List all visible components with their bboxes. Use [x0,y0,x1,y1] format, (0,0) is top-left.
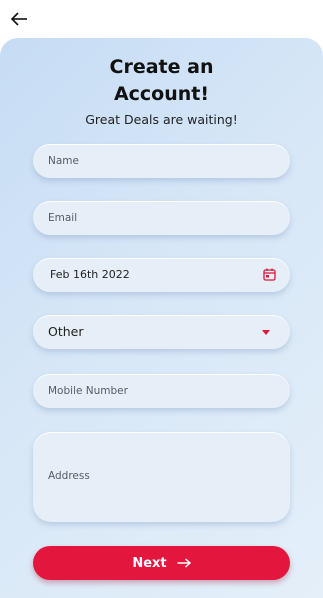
date-of-birth-input[interactable]: Feb 16th 2022 [33,258,290,292]
mobile-number-input[interactable]: Mobile Number [33,374,290,408]
arrow-right-icon [177,558,191,568]
calendar-icon[interactable] [263,268,276,281]
next-button-label: Next [132,555,167,571]
next-button[interactable]: Next [33,546,290,580]
email-input[interactable]: Email [33,201,290,235]
top-bar [0,0,323,38]
caret-down-icon [262,330,270,335]
mobile-number-placeholder: Mobile Number [48,385,128,397]
back-arrow-icon[interactable] [8,8,30,30]
title-line-2: Account! [113,83,210,105]
address-placeholder: Address [48,470,90,482]
gender-selected-value: Other [48,324,84,339]
name-input[interactable]: Name [33,144,290,178]
name-placeholder: Name [48,155,79,167]
address-textarea[interactable]: Address [33,432,290,522]
date-of-birth-value: Feb 16th 2022 [50,268,130,281]
title-line-1: Create an [109,56,214,78]
page-title: Create an Account! [0,54,323,108]
subtitle: Great Deals are waiting! [85,112,238,127]
email-placeholder: Email [48,212,78,224]
gender-select[interactable]: Other [33,315,290,349]
